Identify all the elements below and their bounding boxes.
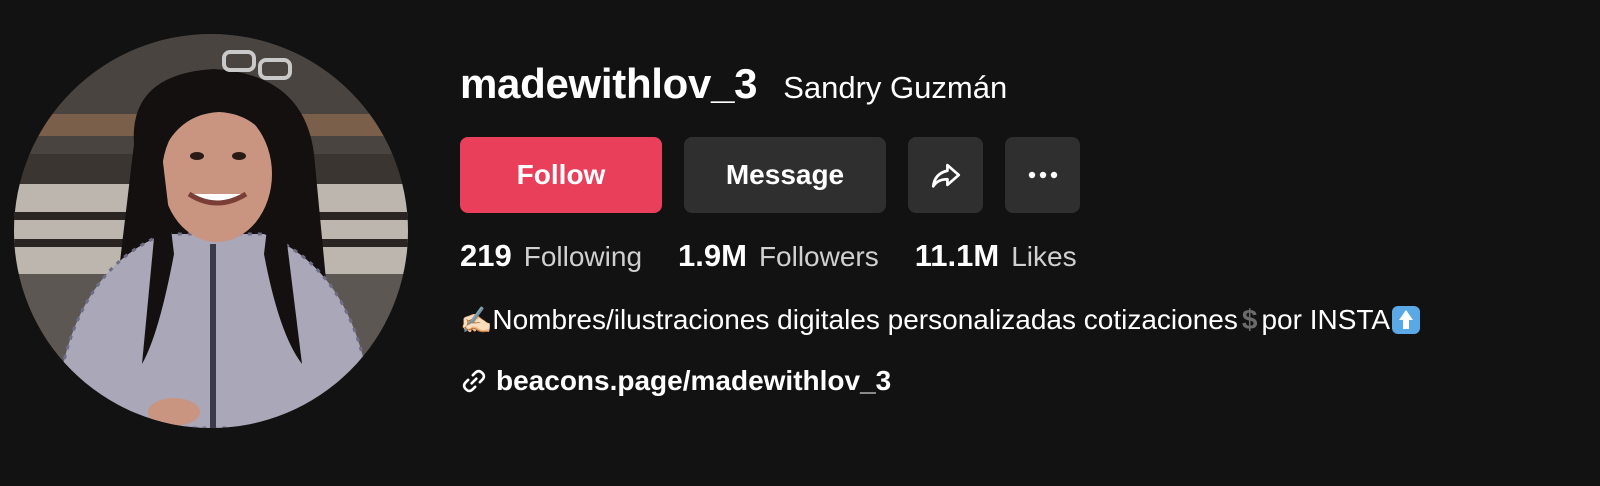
stat-likes: 11.1M Likes <box>915 238 1077 274</box>
more-dots-icon <box>1026 170 1060 180</box>
name-row: madewithlov_3 Sandry Guzmán <box>460 60 1580 120</box>
dollar-sign: $ <box>1241 304 1258 335</box>
avatar-photo <box>14 34 408 428</box>
following-label: Following <box>523 241 643 272</box>
profile-info: madewithlov_3 Sandry Guzmán Follow Messa… <box>460 60 1580 396</box>
following-count: 219 <box>460 238 512 273</box>
likes-count: 11.1M <box>914 238 1000 273</box>
message-button[interactable]: Message <box>684 137 886 213</box>
stat-followers[interactable]: 1.9M Followers <box>678 238 879 274</box>
writing-hand-emoji: ✍🏻 <box>460 304 493 335</box>
profile-avatar[interactable] <box>14 34 408 428</box>
nickname: Sandry Guzmán <box>783 70 1008 105</box>
share-button[interactable] <box>908 137 983 213</box>
bio-suffix: por INSTA <box>1261 304 1391 335</box>
profile-bio: ✍🏻 Nombres/ilustraciones digitales perso… <box>460 304 1421 336</box>
stat-following[interactable]: 219 Following <box>460 238 642 274</box>
likes-label: Likes <box>1011 241 1077 272</box>
share-arrow-icon <box>929 158 963 192</box>
followers-count: 1.9M <box>678 238 747 273</box>
username: madewithlov_3 <box>460 60 758 107</box>
profile-stats: 219 Following 1.9M Followers 11.1M Likes <box>460 238 1113 274</box>
link-text: beacons.page/madewithlov_3 <box>496 365 892 396</box>
profile-link[interactable]: beacons.page/madewithlov_3 <box>460 365 891 397</box>
followers-label: Followers <box>758 241 879 272</box>
up-arrow-emoji-icon <box>1392 306 1421 334</box>
link-icon <box>460 367 488 395</box>
action-buttons: Follow Message <box>460 137 1080 213</box>
follow-button[interactable]: Follow <box>460 137 662 213</box>
more-options-button[interactable] <box>1005 137 1080 213</box>
bio-text: Nombres/ilustraciones digitales personal… <box>492 304 1238 335</box>
